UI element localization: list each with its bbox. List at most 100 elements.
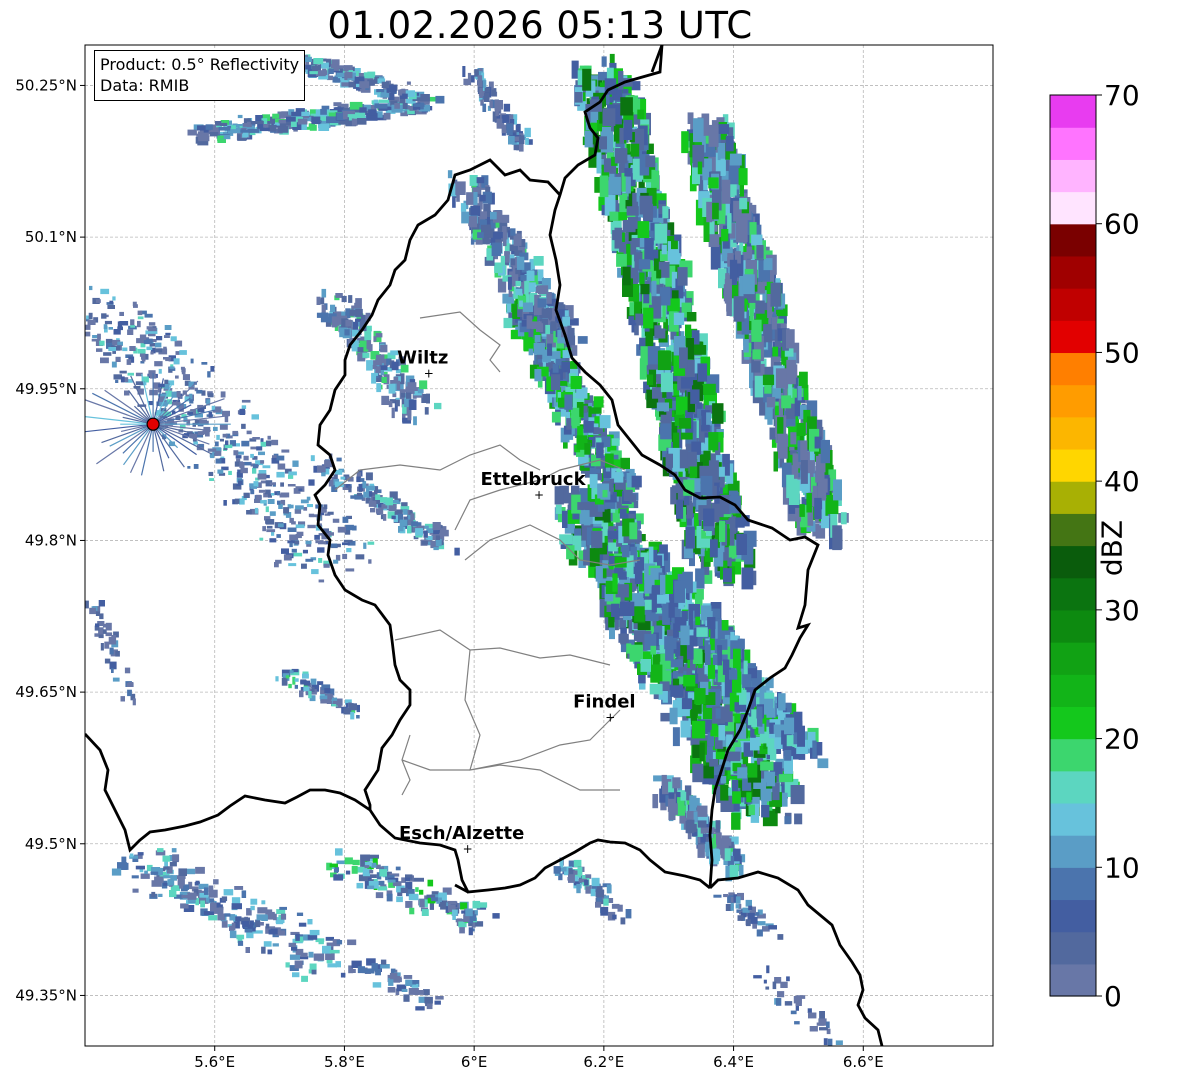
echo-cell: [311, 569, 319, 575]
echo-cell: [280, 492, 290, 498]
echo-cell: [547, 343, 553, 356]
echo-cell: [608, 617, 615, 628]
echo-cell: [241, 890, 247, 898]
echo-cell: [609, 53, 615, 64]
echo-cell: [502, 293, 515, 304]
echo-cell: [214, 450, 222, 456]
echo-cell: [364, 331, 372, 341]
echo-cell: [276, 534, 281, 538]
echo-cell: [480, 211, 487, 219]
echo-cell: [267, 499, 275, 504]
echo-cell: [400, 392, 406, 398]
echo-cell: [254, 507, 259, 514]
echo-cell: [619, 509, 627, 519]
echo-cell: [294, 684, 298, 689]
echo-cell: [337, 526, 346, 533]
echo-cell: [686, 819, 695, 834]
echo-cell: [580, 539, 586, 548]
echo-cell: [832, 525, 842, 551]
echo-cell: [618, 71, 624, 90]
echo-cell: [103, 352, 112, 356]
echo-cell: [189, 399, 194, 404]
echo-cell: [794, 454, 799, 479]
echo-cell: [306, 543, 312, 547]
echo-cell: [614, 148, 628, 164]
echo-cell: [748, 804, 755, 816]
echo-cell: [696, 538, 710, 548]
echo-cell: [796, 422, 806, 436]
echo-cell: [233, 450, 239, 456]
echo-cell: [85, 331, 91, 337]
echo-cell: [301, 111, 310, 116]
echo-cell: [591, 530, 603, 548]
echo-cell: [706, 201, 713, 223]
echo-cell: [454, 547, 460, 556]
echo-cell: [630, 143, 640, 157]
echo-cell: [209, 132, 219, 137]
echo-cell: [790, 432, 797, 445]
echo-cell: [739, 198, 748, 210]
echo-cell: [345, 568, 355, 572]
echo-cell: [599, 175, 609, 198]
echo-cell: [137, 316, 144, 320]
echo-cell: [374, 103, 388, 109]
echo-cell: [261, 900, 266, 905]
echo-cell: [761, 805, 770, 818]
echo-cell: [394, 103, 400, 109]
echo-cell: [718, 124, 730, 134]
echo-cell: [534, 335, 541, 342]
echo-cell: [656, 269, 662, 279]
echo-cell: [305, 540, 312, 545]
echo-cell: [671, 240, 678, 250]
echo-cell: [290, 120, 297, 127]
echo-cell: [371, 372, 377, 384]
echo-cell: [262, 526, 266, 532]
echo-cell: [687, 451, 697, 467]
echo-cell: [363, 542, 367, 549]
echo-cell: [294, 540, 300, 545]
echo-cell: [163, 357, 172, 360]
echo-cell: [87, 319, 96, 325]
echo-cell: [638, 259, 651, 270]
echo-cell: [724, 278, 732, 304]
echo-cell: [528, 348, 533, 356]
echo-cell: [275, 676, 279, 682]
echo-cell: [672, 727, 680, 747]
echo-cell: [731, 812, 741, 830]
echo-cell: [196, 389, 203, 394]
echo-cell: [229, 435, 233, 439]
echo-cell: [683, 674, 696, 687]
echo-cell: [676, 499, 684, 519]
echo-cell: [589, 548, 600, 567]
echo-cell: [764, 771, 770, 783]
echo-cell: [799, 371, 808, 389]
echo-cell: [515, 288, 523, 295]
echo-cell: [599, 415, 611, 429]
echo-cell: [222, 410, 230, 416]
echo-cell: [140, 873, 150, 879]
echo-cell: [278, 119, 287, 124]
echo-cell: [722, 659, 730, 675]
echo-cell: [567, 325, 572, 339]
echo-cell: [190, 358, 194, 364]
echo-cell: [742, 274, 755, 295]
echo-cell: [266, 529, 276, 533]
echo-cell: [503, 115, 510, 123]
echo-cell: [266, 525, 273, 529]
echo-cell: [355, 554, 365, 560]
echo-cell: [381, 377, 387, 383]
echo-cell: [198, 135, 210, 142]
echo-cell: [99, 340, 105, 346]
echo-cell: [746, 246, 753, 259]
echo-cell: [502, 232, 507, 247]
echo-cell: [510, 228, 516, 236]
echo-cell: [345, 319, 353, 327]
echo-cell: [333, 474, 338, 479]
echo-cell: [833, 479, 842, 501]
echo-cell: [115, 379, 119, 383]
echo-cell: [265, 519, 275, 525]
echo-cell: [524, 127, 531, 138]
echo-cell: [298, 922, 307, 927]
echo-cell: [423, 530, 428, 538]
echo-cell: [710, 244, 721, 270]
